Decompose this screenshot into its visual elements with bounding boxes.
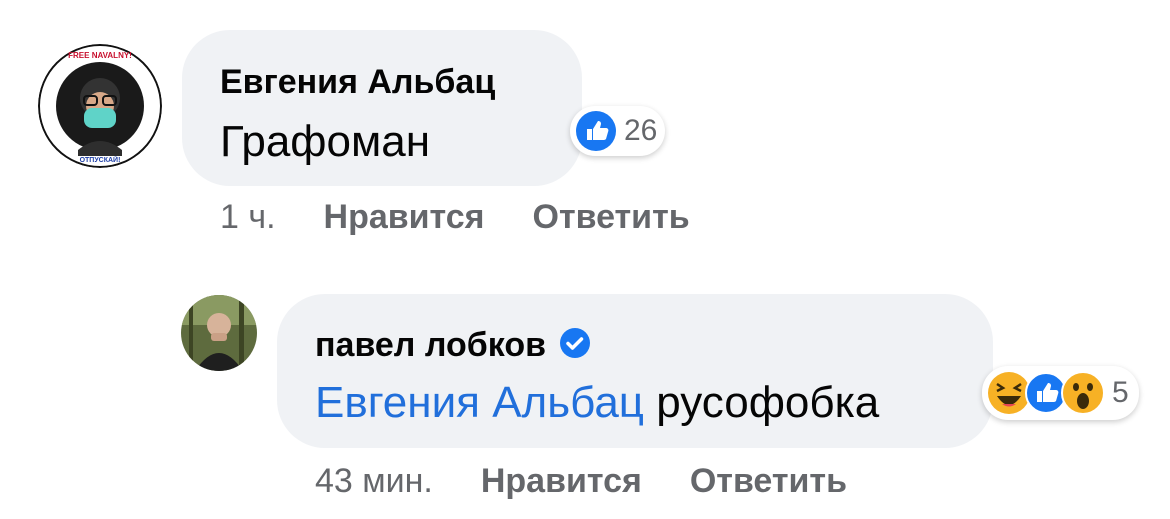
reaction-summary[interactable]: 5 [982,366,1139,420]
avatar[interactable]: FREE NAVALNY! ОТПУСКАЙ! [38,44,162,168]
comment-time[interactable]: 43 мин. [315,462,433,500]
avatar[interactable] [181,295,257,371]
comment-author[interactable]: Евгения Альбац [220,63,495,102]
avatar-image: FREE NAVALNY! ОТПУСКАЙ! [38,44,162,168]
mention-link[interactable]: Евгения Альбац [315,378,644,427]
svg-text:FREE NAVALNY!: FREE NAVALNY! [68,51,132,60]
comment-actions: 1 ч. Нравится Ответить [220,198,738,237]
comment-author-name[interactable]: павел лобков [315,326,546,364]
verified-badge-icon [560,328,591,358]
comment-text: Графоман [220,117,430,166]
like-button[interactable]: Нравится [324,198,485,236]
like-reaction-icon [576,111,616,151]
comment-actions: 43 мин. Нравится Ответить [315,462,895,501]
reaction-count: 5 [1112,376,1129,409]
reaction-summary[interactable]: 26 [570,106,666,156]
reply-button[interactable]: Ответить [533,198,690,236]
comment-time[interactable]: 1 ч. [220,198,276,236]
comment-text: Евгения Альбац русофобка [315,378,879,428]
comment-text-body: русофобка [656,378,880,427]
wow-reaction-icon [1061,371,1105,415]
comment-author[interactable]: павел лобков [315,326,591,365]
svg-text:ОТПУСКАЙ!: ОТПУСКАЙ! [80,155,121,164]
reaction-count: 26 [624,114,658,147]
reply-button[interactable]: Ответить [690,462,847,500]
like-button[interactable]: Нравится [481,462,642,500]
avatar-image [181,295,257,371]
